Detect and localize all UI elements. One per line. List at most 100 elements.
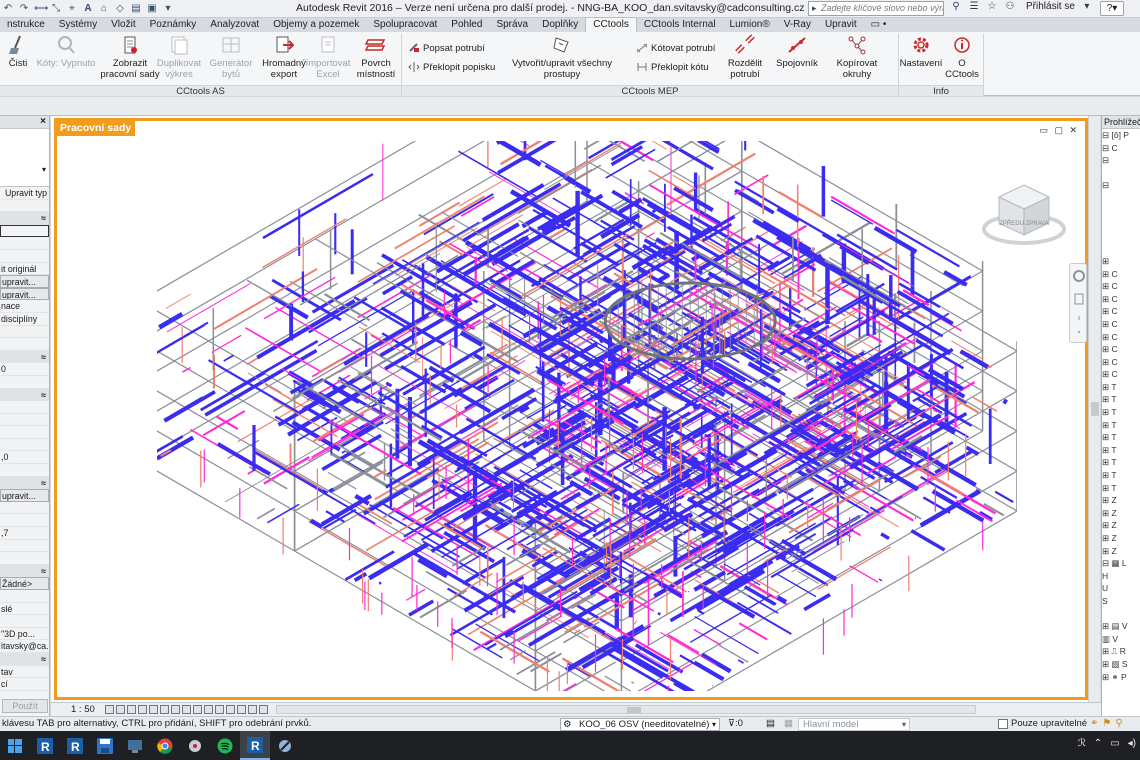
star-icon[interactable]: ☆ [986, 1, 998, 12]
view-frame[interactable]: Pracovní sady ▭ ▢ ✕ ZPŘEDU ZPRAVA [54, 118, 1088, 700]
app-icon[interactable] [180, 731, 210, 760]
property-row[interactable]: upravit... [0, 489, 49, 502]
shadows-icon[interactable] [137, 705, 147, 714]
koty-button[interactable]: Kóty: Vypnuto [36, 34, 96, 69]
view-vertical-scrollbar[interactable] [1088, 116, 1100, 702]
browser-node[interactable] [1102, 608, 1140, 621]
network-app-icon[interactable] [120, 731, 150, 760]
view-horizontal-scrollbar[interactable] [275, 705, 976, 714]
browser-node[interactable]: ⊟ ▦ L [1102, 557, 1140, 570]
browser-node[interactable] [1102, 192, 1140, 205]
redo-icon[interactable]: ↷ [18, 3, 30, 15]
design-option-selector[interactable]: Hlavní model ▾ [798, 718, 910, 731]
browser-node[interactable]: ⊞ ▤ V [1102, 620, 1140, 633]
tab-vlozit[interactable]: Vložit [104, 18, 142, 32]
chevron-down-icon[interactable]: ▾ [42, 165, 46, 174]
subscription-icon[interactable]: ☰ [968, 1, 980, 12]
property-group-header[interactable]: ≈ [0, 350, 49, 364]
preklopit-popisku-button[interactable]: Překlopit popisku [408, 61, 495, 73]
text-icon[interactable]: A [82, 3, 94, 15]
kotovat-potrubi-button[interactable]: Kótovat potrubí [636, 42, 715, 54]
lock-3d-icon[interactable] [181, 705, 191, 714]
tab-poznamky[interactable]: Poznámky [143, 18, 204, 32]
browser-node[interactable]: ⊞ T [1102, 469, 1140, 482]
only-editable-checkbox[interactable] [998, 718, 1008, 729]
property-group-header[interactable]: ≈ [0, 388, 49, 402]
binoculars-icon[interactable]: ⚲ [950, 1, 962, 12]
browser-node[interactable]: ⊞ Z [1102, 532, 1140, 545]
filter-icon[interactable]: ⊽ [728, 718, 735, 729]
nastaveni-button[interactable]: Nastavení [900, 34, 942, 69]
measure-icon[interactable]: ⟷ [34, 3, 48, 15]
tray-expand-icon[interactable]: ⌃ [1094, 738, 1102, 749]
only-editable-toggle[interactable]: Pouze upravitelné [998, 718, 1087, 729]
vytvorit-prostupy-button[interactable]: Vytvořit/upravit všechny prostupy [496, 34, 628, 80]
property-row[interactable]: upravit... [0, 275, 49, 288]
browser-node[interactable]: ⊞ [1102, 255, 1140, 268]
section-icon[interactable]: ◇ [114, 3, 126, 15]
revit-app-icon[interactable]: R [30, 731, 60, 760]
close-icon[interactable]: × [40, 116, 46, 127]
browser-node[interactable]: ⊞ T [1102, 381, 1140, 394]
popsat-potrubi-button[interactable]: Popsat potrubí [408, 42, 485, 54]
highlight-displacement-icon[interactable] [236, 705, 246, 714]
volume-icon[interactable]: ◂) [1128, 738, 1136, 749]
tab-sprava[interactable]: Správa [489, 18, 535, 32]
edit-type-row[interactable]: Upravit typ [0, 187, 49, 200]
tab-doplnky[interactable]: Doplňky [535, 18, 585, 32]
detail-level-icon[interactable] [104, 705, 114, 714]
revit-app-icon-2[interactable]: R [60, 731, 90, 760]
tab-lumion[interactable]: Lumion® [723, 18, 777, 32]
chrome-app-icon[interactable] [150, 731, 180, 760]
crop-view-icon[interactable] [159, 705, 169, 714]
tab-pohled[interactable]: Pohled [444, 18, 489, 32]
browser-node[interactable] [1102, 167, 1140, 180]
generator-bytu-button[interactable]: Generátor bytů [202, 34, 260, 80]
temp-hide-icon[interactable] [192, 705, 202, 714]
property-row[interactable] [0, 224, 49, 238]
browser-node[interactable]: ▥ V [1102, 633, 1140, 646]
duplikovat-vykres-button[interactable]: Duplikovat výkres [157, 34, 201, 80]
browser-node[interactable]: ⊞ ⚭ P [1102, 671, 1140, 684]
reveal-constraints-icon[interactable] [258, 705, 268, 714]
tab-panel-toggle[interactable]: ▭ • [864, 18, 894, 32]
cisti-button[interactable]: Čisti [4, 34, 32, 69]
browser-node[interactable]: ⊞ C [1102, 331, 1140, 344]
tab-upravit[interactable]: Upravit [818, 18, 864, 32]
navigation-bar[interactable] [1069, 263, 1087, 343]
start-menu-icon[interactable] [0, 731, 30, 760]
select-pinned-icon[interactable]: ⚲ [1115, 718, 1122, 729]
tab-cctools-internal[interactable]: CCtools Internal [637, 18, 723, 32]
browser-node[interactable]: ⊞ Z [1102, 494, 1140, 507]
sun-path-icon[interactable] [126, 705, 136, 714]
povrch-mistnosti-button[interactable]: Povrch místností [354, 34, 398, 80]
browser-node[interactable]: ⊞ T [1102, 431, 1140, 444]
browser-node[interactable]: ⊞ T [1102, 406, 1140, 419]
property-group-header[interactable]: ≈ [0, 476, 49, 490]
viewcube[interactable]: ZPŘEDU ZPRAVA [981, 173, 1067, 253]
browser-node[interactable]: ⊞ C [1102, 368, 1140, 381]
browser-node[interactable] [1102, 205, 1140, 218]
switch-windows-icon[interactable]: ▾ [162, 3, 174, 15]
design-options-icon[interactable]: ▤ [766, 718, 775, 729]
people-icon[interactable]: ℛ [1078, 738, 1086, 749]
help-button[interactable]: ?▾ [1100, 1, 1124, 16]
kopirovat-okruhy-button[interactable]: Kopírovat okruhy [822, 34, 892, 80]
browser-node[interactable] [1102, 242, 1140, 255]
tab-systemy[interactable]: Systémy [52, 18, 104, 32]
browser-node[interactable]: ⊞ T [1102, 393, 1140, 406]
show-crop-icon[interactable] [170, 705, 180, 714]
browser-node[interactable]: ⊞ Z [1102, 545, 1140, 558]
select-underlay-icon[interactable]: ⚑ [1102, 718, 1111, 729]
rozdelit-potrubi-button[interactable]: Rozdělit potrubí [714, 34, 776, 80]
type-selector[interactable]: ▾ [0, 129, 49, 187]
browser-node[interactable]: ⊞ T [1102, 444, 1140, 457]
search-input[interactable]: ▸ Zadejte klíčové slovo nebo výraz. [808, 1, 944, 16]
tab-konstrukce[interactable]: nstrukce [0, 18, 52, 32]
render-icon[interactable] [148, 705, 158, 714]
view-scale[interactable]: 1 : 50 [51, 704, 105, 715]
chevron-down-icon[interactable]: ▾ [712, 719, 716, 730]
o-cctools-button[interactable]: O CCtools [942, 34, 982, 80]
browser-node[interactable]: U [1102, 582, 1140, 595]
spojovnik-button[interactable]: Spojovník [776, 34, 818, 69]
